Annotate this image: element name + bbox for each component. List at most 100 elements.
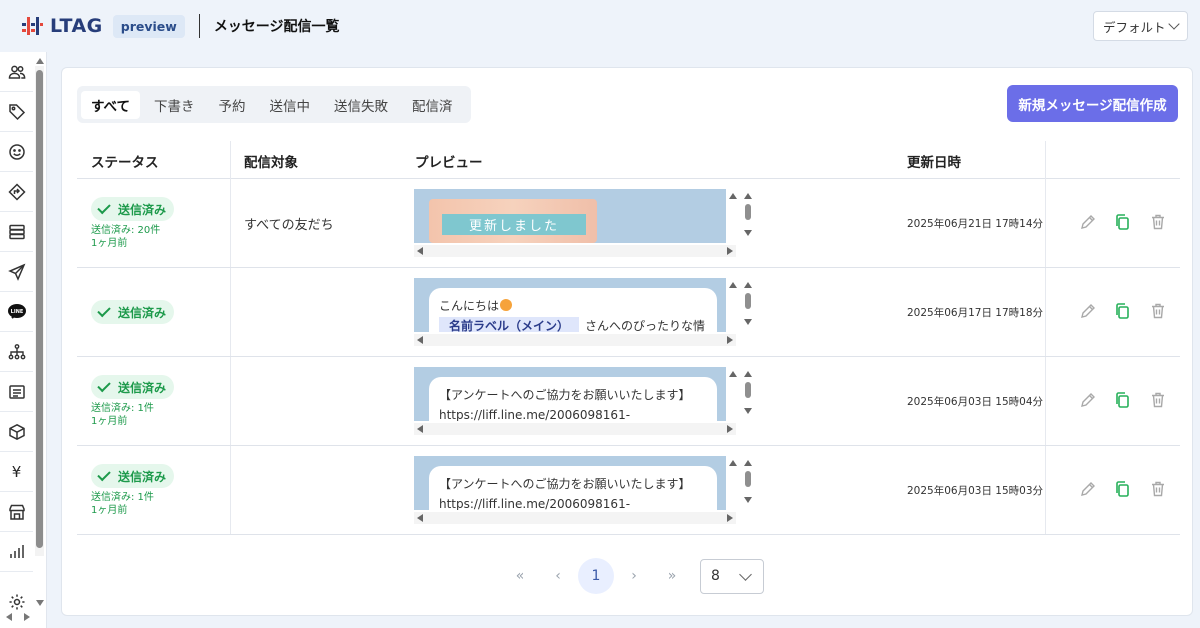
tab-all[interactable]: すべて: [81, 90, 141, 119]
row-actions: [1079, 480, 1169, 498]
preview-vertical-scrollbar[interactable]: [729, 367, 753, 423]
scroll-down-icon[interactable]: [744, 497, 752, 503]
preview-bubble: 【アンケートへのご協力をお願いいたします】 https://liff.line.…: [429, 466, 717, 510]
delete-icon[interactable]: [1149, 302, 1167, 320]
scroll-down-icon[interactable]: [36, 600, 44, 606]
sidebar-item-send[interactable]: [0, 252, 33, 292]
per-page-select[interactable]: 8: [700, 558, 764, 594]
box-icon: [8, 423, 25, 440]
message-preview[interactable]: こんにちは 名前ラベル（メイン） さんへのぴったりな情: [414, 278, 726, 332]
message-preview[interactable]: 【アンケートへのご協力をお願いいたします】 https://liff.line.…: [414, 456, 726, 510]
prev-page-button[interactable]: ‹: [540, 558, 576, 594]
delete-icon[interactable]: [1149, 480, 1167, 498]
scroll-right-icon[interactable]: [727, 425, 733, 433]
copy-icon[interactable]: [1113, 213, 1131, 231]
scroll-left-icon[interactable]: [417, 514, 423, 522]
table-row[interactable]: 送信済み こんにちは 名前ラベル（メイン） さんへのぴったりな情 2025年06月…: [77, 268, 1180, 357]
sidebar-item-line[interactable]: LINE: [0, 292, 33, 332]
first-page-button[interactable]: «: [502, 558, 538, 594]
app-logo[interactable]: LTAG: [20, 14, 103, 38]
preview-vertical-scrollbar[interactable]: [729, 456, 753, 512]
tab-delivered[interactable]: 配信済: [402, 91, 463, 119]
scroll-right-icon[interactable]: [24, 613, 30, 621]
sidebar-item-friends[interactable]: [0, 52, 33, 92]
new-message-button[interactable]: 新規メッセージ配信作成: [1007, 85, 1178, 122]
scroll-up-icon[interactable]: [744, 193, 752, 199]
view-select[interactable]: デフォルト: [1093, 11, 1188, 41]
tab-draft[interactable]: 下書き: [144, 91, 205, 119]
sidebar-item-list[interactable]: [0, 372, 33, 412]
table-header: ステータス 配信対象 プレビュー 更新日時: [77, 141, 1180, 179]
table-row[interactable]: 送信済み 送信済み: 1件 1ヶ月前 【アンケートへのご協力をお願いいたします】…: [77, 357, 1180, 446]
preview-horizontal-scrollbar[interactable]: [414, 423, 736, 435]
scroll-left-icon[interactable]: [6, 613, 12, 621]
line-icon: LINE: [7, 303, 26, 319]
scroll-left-icon[interactable]: [417, 247, 423, 255]
diamond-arrow-icon: [7, 182, 26, 201]
sidebar-item-box[interactable]: [0, 412, 33, 452]
edit-icon[interactable]: [1079, 302, 1097, 320]
scrollbar-thumb[interactable]: [745, 204, 751, 220]
copy-icon[interactable]: [1113, 480, 1131, 498]
status-badge: 送信済み: [91, 300, 175, 324]
sent-count: 送信済み: 1件: [91, 492, 154, 503]
page-button-current[interactable]: 1: [578, 558, 614, 594]
scrollbar-thumb[interactable]: [745, 382, 751, 398]
scroll-down-icon[interactable]: [744, 319, 752, 325]
status-tabs: すべて 下書き 予約 送信中 送信失敗 配信済: [77, 86, 471, 123]
scroll-down-icon[interactable]: [744, 230, 752, 236]
sidebar-item-store[interactable]: [0, 492, 33, 532]
message-preview[interactable]: 【アンケートへのご協力をお願いいたします】 https://liff.line.…: [414, 367, 726, 421]
edit-icon[interactable]: [1079, 480, 1097, 498]
copy-icon[interactable]: [1113, 391, 1131, 409]
tab-failed[interactable]: 送信失敗: [324, 91, 398, 119]
sent-count: 送信済み: 20件: [91, 225, 161, 236]
scroll-left-icon[interactable]: [417, 336, 423, 344]
preview-horizontal-scrollbar[interactable]: [414, 512, 736, 524]
scrollbar-thumb[interactable]: [745, 471, 751, 487]
sidebar-item-hierarchy[interactable]: [0, 332, 33, 372]
tab-sending[interactable]: 送信中: [260, 91, 321, 119]
column-header-status: ステータス: [91, 155, 159, 171]
sidebar-item-route[interactable]: [0, 172, 33, 212]
sidebar-item-tags[interactable]: [0, 92, 33, 132]
last-page-button[interactable]: »: [654, 558, 690, 594]
scrollbar-thumb[interactable]: [745, 293, 751, 309]
scroll-up-icon[interactable]: [36, 58, 44, 64]
sidebar-item-database[interactable]: [0, 212, 33, 252]
scroll-right-icon[interactable]: [727, 247, 733, 255]
sidebar-item-yen[interactable]: ¥: [0, 452, 33, 492]
preview-vertical-scrollbar[interactable]: [729, 189, 753, 245]
scroll-right-icon[interactable]: [727, 336, 733, 344]
scroll-up-icon[interactable]: [729, 371, 737, 377]
preview-vertical-scrollbar[interactable]: [729, 278, 753, 334]
scroll-up-icon[interactable]: [744, 371, 752, 377]
scroll-left-icon[interactable]: [417, 425, 423, 433]
preview-badge: preview: [112, 14, 185, 38]
sidebar-item-analytics[interactable]: [0, 532, 33, 572]
sidebar-item-smile[interactable]: [0, 132, 33, 172]
table-row[interactable]: 送信済み 送信済み: 20件 1ヶ月前 すべての友だち 更新しました 2025年…: [77, 179, 1180, 268]
sent-count: 送信済み: 1件: [91, 403, 154, 414]
scroll-up-icon[interactable]: [744, 282, 752, 288]
edit-icon[interactable]: [1079, 391, 1097, 409]
sidebar-scrollbar-thumb[interactable]: [36, 70, 43, 548]
edit-icon[interactable]: [1079, 213, 1097, 231]
tag-icon: [8, 103, 25, 120]
scroll-up-icon[interactable]: [729, 282, 737, 288]
scroll-up-icon[interactable]: [744, 460, 752, 466]
next-page-button[interactable]: ›: [616, 558, 652, 594]
scroll-up-icon[interactable]: [729, 193, 737, 199]
scroll-right-icon[interactable]: [727, 514, 733, 522]
preview-horizontal-scrollbar[interactable]: [414, 334, 736, 346]
tab-scheduled[interactable]: 予約: [209, 91, 256, 119]
scroll-up-icon[interactable]: [729, 460, 737, 466]
delete-icon[interactable]: [1149, 213, 1167, 231]
updated-date: 2025年06月03日 15時04分: [907, 396, 1044, 408]
scroll-down-icon[interactable]: [744, 408, 752, 414]
preview-horizontal-scrollbar[interactable]: [414, 245, 736, 257]
message-preview[interactable]: 更新しました: [414, 189, 726, 243]
table-row[interactable]: 送信済み 送信済み: 1件 1ヶ月前 【アンケートへのご協力をお願いいたします】…: [77, 446, 1180, 535]
copy-icon[interactable]: [1113, 302, 1131, 320]
delete-icon[interactable]: [1149, 391, 1167, 409]
